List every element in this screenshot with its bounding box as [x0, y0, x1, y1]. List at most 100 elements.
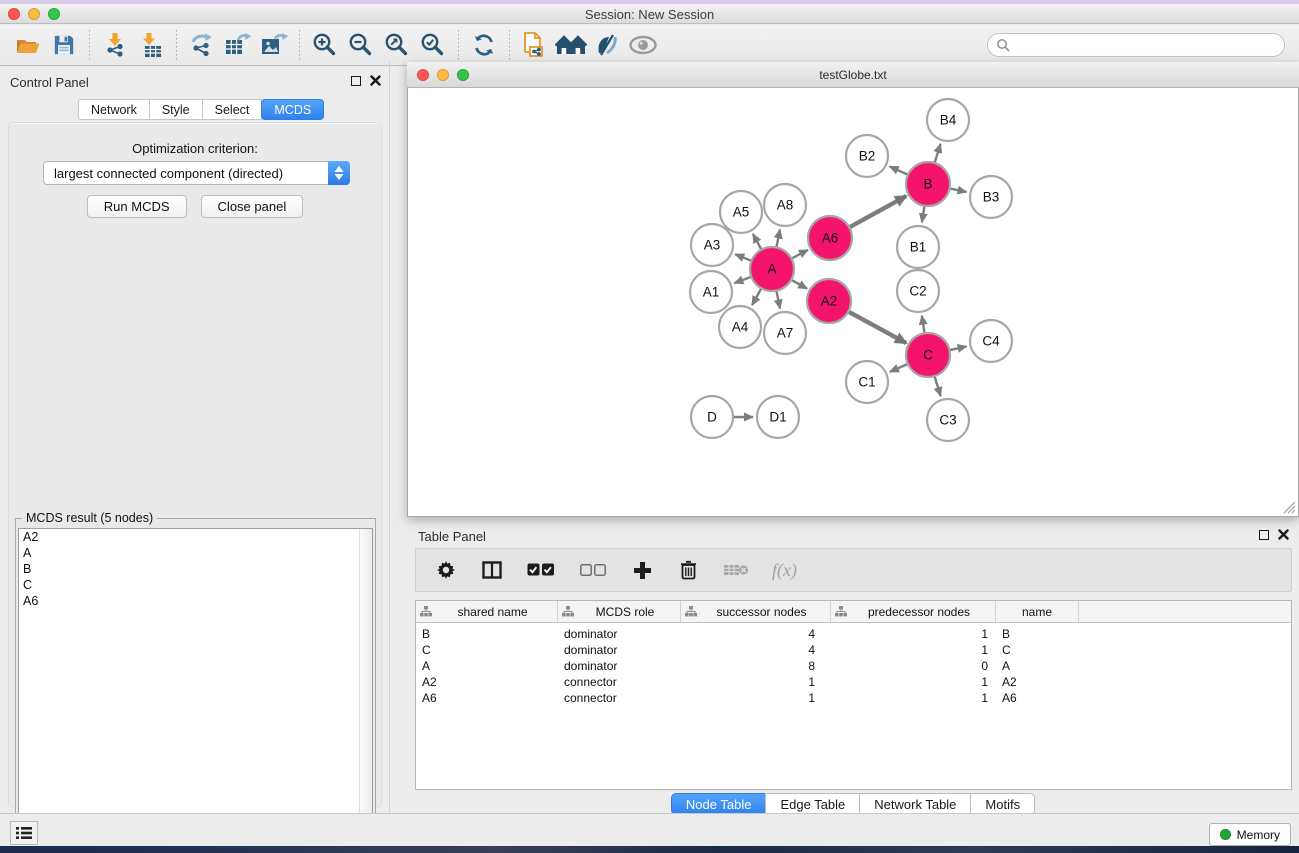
- table-cell[interactable]: A: [996, 658, 1079, 674]
- zoom-selected-button[interactable]: [415, 29, 451, 61]
- app-titlebar[interactable]: Session: New Session: [0, 4, 1299, 24]
- run-mcds-button[interactable]: Run MCDS: [87, 195, 187, 218]
- graph-edge-A-A3[interactable]: [735, 254, 751, 261]
- table-row[interactable]: A6connector11A6: [416, 690, 1291, 706]
- graph-node-A1[interactable]: A1: [690, 271, 732, 313]
- import-network-button[interactable]: [97, 29, 133, 61]
- table-cell[interactable]: connector: [558, 690, 681, 706]
- table-cell[interactable]: B: [416, 626, 558, 642]
- table-cell[interactable]: 4: [681, 642, 831, 658]
- column-header-shared-name[interactable]: shared name: [416, 601, 558, 622]
- select-all-button[interactable]: [526, 554, 556, 586]
- graph-node-A2[interactable]: A2: [807, 279, 851, 323]
- graph-node-C[interactable]: C: [906, 333, 950, 377]
- destroy-table-button[interactable]: [722, 554, 750, 586]
- graph-node-B[interactable]: B: [906, 162, 950, 206]
- table-row[interactable]: Adominator80A: [416, 658, 1291, 674]
- graph-edge-A-A6[interactable]: [791, 250, 808, 259]
- network-window-titlebar[interactable]: testGlobe.txt: [407, 62, 1299, 88]
- graph-node-D1[interactable]: D1: [757, 396, 799, 438]
- float-panel-icon[interactable]: [351, 76, 361, 86]
- memory-button[interactable]: Memory: [1209, 823, 1291, 846]
- graph-node-C2[interactable]: C2: [897, 270, 939, 312]
- graph-node-C3[interactable]: C3: [927, 399, 969, 441]
- graph-node-B1[interactable]: B1: [897, 226, 939, 268]
- close-panel-button[interactable]: Close panel: [201, 195, 304, 218]
- graph-edge-A6-B[interactable]: [849, 196, 906, 227]
- table-row[interactable]: Cdominator41C: [416, 642, 1291, 658]
- bird-eye-view-button[interactable]: [625, 29, 661, 61]
- table-cell[interactable]: A: [416, 658, 558, 674]
- table-row[interactable]: Bdominator41B: [416, 626, 1291, 642]
- graph-node-A5[interactable]: A5: [720, 191, 762, 233]
- mcds-result-item[interactable]: A: [19, 545, 372, 561]
- toolbar-search-field[interactable]: [987, 33, 1285, 57]
- create-network-view-button[interactable]: [517, 29, 553, 61]
- float-table-panel-icon[interactable]: [1259, 530, 1269, 540]
- mcds-result-item[interactable]: B: [19, 561, 372, 577]
- search-input[interactable]: [1010, 38, 1276, 52]
- column-header-name[interactable]: name: [996, 601, 1079, 622]
- import-table-button[interactable]: [133, 29, 169, 61]
- deselect-all-button[interactable]: [578, 554, 608, 586]
- graph-node-C1[interactable]: C1: [846, 361, 888, 403]
- tab-network[interactable]: Network: [78, 99, 150, 120]
- table-cell[interactable]: 1: [681, 674, 831, 690]
- graph-edge-C-C1[interactable]: [890, 364, 908, 372]
- tab-node-table[interactable]: Node Table: [671, 793, 767, 815]
- tab-motifs[interactable]: Motifs: [970, 793, 1035, 815]
- table-cell[interactable]: A6: [416, 690, 558, 706]
- table-cell[interactable]: A2: [416, 674, 558, 690]
- show-panels-menu-button[interactable]: [10, 821, 38, 845]
- tab-select[interactable]: Select: [202, 99, 263, 120]
- graph-edge-A-A5[interactable]: [753, 234, 762, 250]
- table-cell[interactable]: C: [416, 642, 558, 658]
- network-canvas[interactable]: B4B2BB3A8A5A6A3B1AC2A1A2A4A7C4CC1C3DD1: [407, 88, 1299, 517]
- close-table-panel-icon[interactable]: [1278, 529, 1289, 540]
- graph-edge-B-B4[interactable]: [935, 144, 941, 163]
- table-cell[interactable]: B: [996, 626, 1079, 642]
- column-header-predecessor-nodes[interactable]: predecessor nodes: [831, 601, 996, 622]
- graph-node-A8[interactable]: A8: [764, 184, 806, 226]
- show-network-overview-button[interactable]: [553, 29, 589, 61]
- table-cell[interactable]: dominator: [558, 658, 681, 674]
- tab-network-table[interactable]: Network Table: [859, 793, 971, 815]
- graph-edge-B-B1[interactable]: [922, 206, 925, 223]
- graph-edge-C-C2[interactable]: [922, 316, 925, 334]
- table-cell[interactable]: 1: [681, 690, 831, 706]
- save-session-button[interactable]: [46, 29, 82, 61]
- graph-edge-A-A1[interactable]: [734, 277, 751, 283]
- table-cell[interactable]: 1: [831, 642, 996, 658]
- graph-node-C4[interactable]: C4: [970, 320, 1012, 362]
- show-graphics-details-button[interactable]: [589, 29, 625, 61]
- zoom-in-button[interactable]: [307, 29, 343, 61]
- graph-node-B3[interactable]: B3: [970, 176, 1012, 218]
- close-panel-icon[interactable]: [370, 75, 381, 86]
- network-graph[interactable]: B4B2BB3A8A5A6A3B1AC2A1A2A4A7C4CC1C3DD1: [408, 88, 1298, 515]
- graph-edge-A-A8[interactable]: [776, 229, 780, 247]
- criterion-dropdown[interactable]: largest connected component (directed): [43, 161, 350, 185]
- apply-layout-button[interactable]: [466, 29, 502, 61]
- graph-edge-A-A7[interactable]: [776, 291, 780, 309]
- create-column-button[interactable]: [630, 554, 654, 586]
- graph-edge-B-B3[interactable]: [950, 188, 967, 192]
- open-session-button[interactable]: [10, 29, 46, 61]
- export-image-button[interactable]: [256, 29, 292, 61]
- table-row[interactable]: A2connector11A2: [416, 674, 1291, 690]
- table-cell[interactable]: 1: [831, 690, 996, 706]
- mcds-result-item[interactable]: A6: [19, 593, 372, 609]
- graph-edge-C-C3[interactable]: [934, 376, 940, 396]
- function-builder-button[interactable]: f(x): [772, 560, 797, 581]
- result-list-scrollbar[interactable]: [359, 529, 372, 853]
- window-resize-grip[interactable]: [1280, 498, 1296, 514]
- table-cell[interactable]: A2: [996, 674, 1079, 690]
- table-options-button[interactable]: [434, 554, 458, 586]
- graph-node-A[interactable]: A: [750, 247, 794, 291]
- table-cell[interactable]: C: [996, 642, 1079, 658]
- mcds-result-item[interactable]: C: [19, 577, 372, 593]
- graph-node-B4[interactable]: B4: [927, 99, 969, 141]
- tab-style[interactable]: Style: [149, 99, 203, 120]
- table-cell[interactable]: A6: [996, 690, 1079, 706]
- graph-edge-C-C4[interactable]: [949, 346, 966, 350]
- export-network-button[interactable]: [184, 29, 220, 61]
